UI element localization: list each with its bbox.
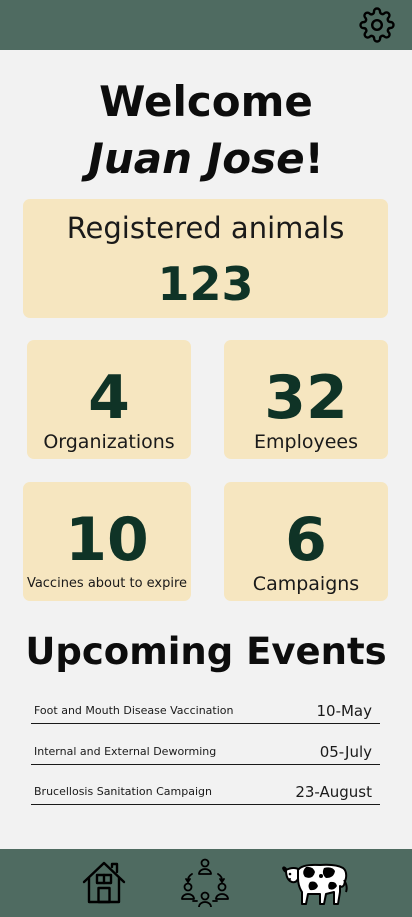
registered-animals-card[interactable]: Registered animals 123: [23, 199, 388, 318]
exclamation: !: [304, 134, 324, 183]
welcome-heading: Welcome: [99, 77, 313, 126]
event-name: Brucellosis Sanitation Campaign: [34, 785, 212, 798]
employees-card[interactable]: 32 Employees: [224, 340, 388, 459]
settings-button[interactable]: [358, 6, 396, 44]
organizations-count: 4: [88, 363, 130, 433]
event-row[interactable]: Foot and Mouth Disease Vaccination 10-Ma…: [31, 698, 380, 724]
campaigns-label: Campaigns: [252, 573, 360, 595]
upcoming-events-title: Upcoming Events: [25, 630, 387, 673]
vaccines-expiring-count: 10: [65, 505, 149, 575]
user-name-line: Juan Jose!: [0, 132, 412, 186]
top-bar: [0, 0, 412, 50]
event-date: 05-July: [319, 743, 372, 761]
campaigns-count: 6: [285, 505, 327, 575]
event-date: 23-August: [295, 783, 372, 801]
organization-icon[interactable]: [180, 857, 230, 907]
user-name: Juan Jose: [88, 134, 305, 183]
cow-icon[interactable]: [280, 858, 350, 906]
registered-animals-count: 123: [157, 257, 254, 311]
organizations-card[interactable]: 4 Organizations: [27, 340, 191, 459]
organizations-label: Organizations: [43, 431, 175, 453]
vaccines-expiring-label: Vaccines about to expire: [26, 576, 188, 591]
nav-animals-button[interactable]: [278, 855, 352, 909]
event-date: 10-May: [316, 702, 372, 720]
event-name: Internal and External Deworming: [34, 745, 217, 758]
event-row[interactable]: Internal and External Deworming 05-July: [31, 739, 380, 765]
vaccines-expiring-card[interactable]: 10 Vaccines about to expire: [23, 482, 191, 601]
nav-home-button[interactable]: [78, 855, 130, 909]
nav-organization-button[interactable]: [178, 855, 232, 909]
gear-icon[interactable]: [359, 7, 395, 43]
employees-count: 32: [264, 363, 348, 433]
employees-label: Employees: [254, 431, 358, 453]
event-row[interactable]: Brucellosis Sanitation Campaign 23-Augus…: [31, 779, 380, 805]
campaigns-card[interactable]: 6 Campaigns: [224, 482, 388, 601]
home-icon[interactable]: [80, 858, 128, 906]
registered-animals-label: Registered animals: [66, 211, 345, 245]
bottom-nav-bar: [0, 849, 412, 917]
event-name: Foot and Mouth Disease Vaccination: [34, 704, 234, 717]
